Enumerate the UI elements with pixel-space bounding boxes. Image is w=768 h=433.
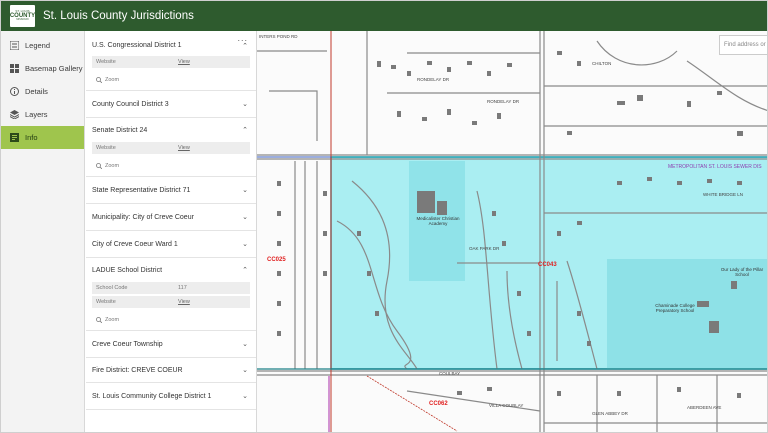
section-header[interactable]: Municipality: City of Creve Coeur ⌄ [86, 204, 256, 230]
nav-item-info[interactable]: Info [1, 126, 84, 149]
section-header[interactable]: Creve Coeur Township ⌄ [86, 331, 256, 357]
street-label: GLEN ABBEY DR [592, 411, 628, 416]
chevron-down-icon: ⌄ [242, 241, 248, 248]
chaminade-label: Chaminade College Preparatory School [655, 303, 695, 313]
website-link[interactable]: View [178, 145, 190, 151]
section-title: St. Louis Community College District 1 [92, 392, 212, 400]
street-label: VILLA COUBLAY [489, 403, 524, 408]
app-header: ST. LOUIS COUNTY MISSOURI St. Louis Coun… [1, 1, 767, 31]
section-title: County Council District 3 [92, 100, 169, 108]
section-header[interactable]: LADUE School District ⌃ [86, 258, 256, 282]
info-section: St. Louis Community College District 1 ⌄ [86, 383, 256, 410]
address-search-input[interactable]: Find address or [719, 35, 767, 55]
chevron-down-icon: ⌄ [242, 187, 248, 194]
pillar-school-label: Our Lady of the Pillar School [720, 267, 764, 277]
zoom-icon [96, 77, 102, 83]
district-label-cc043: CC043 [538, 262, 557, 268]
section-header[interactable]: City of Creve Coeur Ward 1 ⌄ [86, 231, 256, 257]
row-key: School Code [96, 285, 128, 291]
section-header[interactable]: U.S. Congressional District 1 ⌃ [86, 31, 256, 56]
info-section: Creve Coeur Township ⌄ [86, 331, 256, 358]
app-title: St. Louis County Jurisdictions [43, 10, 194, 22]
section-header[interactable]: Fire District: CREVE COEUR ⌄ [86, 358, 256, 382]
zoom-button[interactable]: Zoom [86, 310, 256, 330]
info-row: Website View [92, 296, 250, 308]
legend-icon [9, 41, 19, 51]
website-link[interactable]: View [178, 59, 190, 65]
section-header[interactable]: St. Louis Community College District 1 ⌄ [86, 383, 256, 409]
section-header[interactable]: Senate District 24 ⌃ [86, 118, 256, 142]
chevron-down-icon: ⌄ [242, 367, 248, 374]
app-window: ST. LOUIS COUNTY MISSOURI St. Louis Coun… [0, 0, 768, 433]
info-section: State Representative District 71 ⌄ [86, 177, 256, 204]
street-label: COULBAY [439, 371, 461, 376]
nav-item-label: Basemap Gallery [25, 64, 83, 73]
row-key: Website [96, 299, 116, 305]
info-section: U.S. Congressional District 1 ⌃ Website … [86, 31, 256, 91]
info-row: School Code 117 [92, 282, 250, 294]
section-header[interactable]: State Representative District 71 ⌄ [86, 177, 256, 203]
info-section: LADUE School District ⌃ School Code 117 … [86, 258, 256, 331]
section-title: Municipality: City of Creve Coeur [92, 213, 194, 221]
chevron-up-icon: ⌃ [242, 267, 248, 274]
zoom-icon [96, 163, 102, 169]
county-logo: ST. LOUIS COUNTY MISSOURI [10, 5, 35, 27]
section-header[interactable]: County Council District 3 ⌄ [86, 91, 256, 117]
side-nav: Legend Basemap Gallery Details Layers In… [1, 31, 85, 432]
map-canvas[interactable] [257, 31, 768, 433]
nav-item-label: Info [25, 133, 38, 142]
section-title: Senate District 24 [92, 126, 148, 134]
chevron-up-icon: ⌃ [242, 127, 248, 134]
map-view[interactable]: Find address or CC043 CC025 CC062 METROP… [257, 31, 768, 433]
street-label: CHILTON [592, 61, 612, 66]
section-title: Creve Coeur Township [92, 340, 163, 348]
nav-item-layers[interactable]: Layers [1, 103, 84, 126]
zoom-button[interactable]: Zoom [86, 156, 256, 176]
info-section: City of Creve Coeur Ward 1 ⌄ [86, 231, 256, 258]
info-panel: ... U.S. Congressional District 1 ⌃ Webs… [86, 31, 257, 432]
nav-item-basemap-gallery[interactable]: Basemap Gallery [1, 57, 84, 80]
street-label: RONDELAY DR [487, 99, 520, 104]
info-section: County Council District 3 ⌄ [86, 91, 256, 118]
chevron-down-icon: ⌄ [242, 341, 248, 348]
street-label: ABERDEEN AVE [687, 405, 722, 410]
nav-item-label: Legend [25, 41, 51, 50]
section-title: Fire District: CREVE COEUR [92, 366, 183, 374]
row-key: Website [96, 59, 116, 65]
basemap-icon [9, 64, 19, 74]
section-title: State Representative District 71 [92, 186, 191, 194]
info-section: Fire District: CREVE COEUR ⌄ [86, 358, 256, 383]
section-title: U.S. Congressional District 1 [92, 42, 182, 49]
chevron-down-icon: ⌄ [242, 214, 248, 221]
chevron-down-icon: ⌄ [242, 393, 248, 400]
section-title: LADUE School District [92, 266, 163, 274]
nav-item-legend[interactable]: Legend [1, 34, 84, 57]
sewer-district-label: METROPOLITAN ST. LOUIS SEWER DIS [668, 164, 762, 170]
district-label-cc025: CC025 [267, 257, 286, 263]
street-label: OAK PARK DR [469, 246, 500, 251]
info-section: Senate District 24 ⌃ Website View Zoom [86, 118, 256, 177]
info-card-icon [9, 133, 19, 143]
website-link[interactable]: View [178, 299, 190, 305]
panel-menu-icon[interactable]: ... [237, 33, 248, 43]
academy-label: Medicalister Christian Academy [416, 216, 460, 226]
nav-item-label: Details [25, 87, 48, 96]
section-title: City of Creve Coeur Ward 1 [92, 240, 178, 248]
district-label-cc062: CC062 [429, 401, 448, 407]
info-section: Municipality: City of Creve Coeur ⌄ [86, 204, 256, 231]
zoom-button[interactable]: Zoom [86, 70, 256, 90]
zoom-icon [96, 317, 102, 323]
street-label: WHITE BRIDGE LN [703, 192, 744, 197]
layers-icon [9, 110, 19, 120]
chevron-down-icon: ⌄ [242, 101, 248, 108]
street-label: INTERS POND RD [259, 34, 298, 39]
info-row: Website View [92, 56, 250, 68]
row-value: 117 [178, 285, 187, 291]
street-label: RONDELAY DR [417, 77, 450, 82]
nav-item-details[interactable]: Details [1, 80, 84, 103]
nav-item-label: Layers [25, 110, 48, 119]
info-icon [9, 87, 19, 97]
row-key: Website [96, 145, 116, 151]
info-row: Website View [92, 142, 250, 154]
